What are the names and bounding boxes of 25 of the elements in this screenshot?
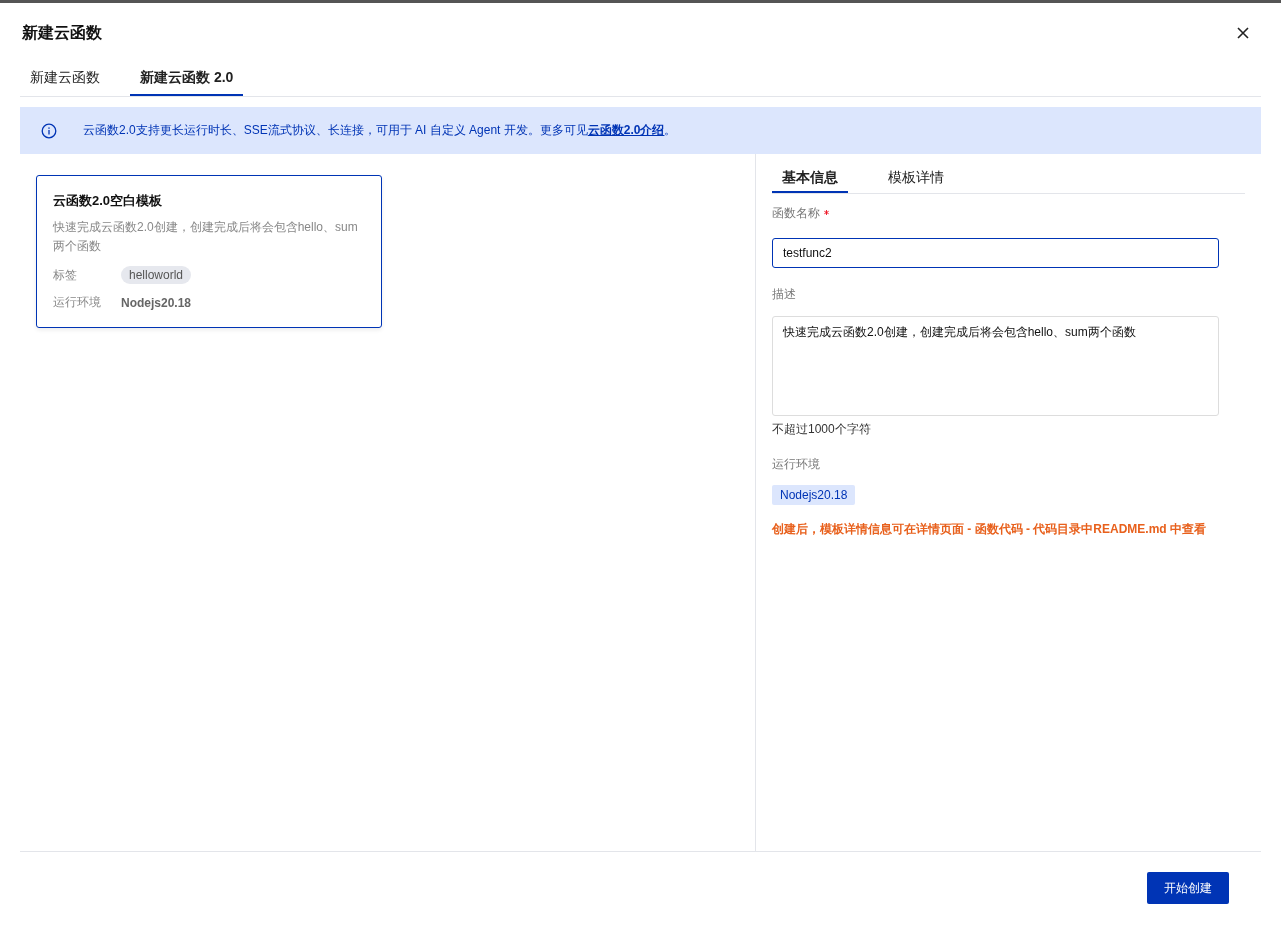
field-label: 运行环境 [772, 456, 820, 473]
create-button[interactable]: 开始创建 [1147, 872, 1229, 904]
template-title: 云函数2.0空白模板 [53, 192, 164, 210]
tab[interactable]: 新建云函数 [30, 63, 100, 96]
dialog-title: 新建云函数 [22, 22, 102, 43]
template-card[interactable]: 云函数2.0空白模板 快速完成云函数2.0创建，创建完成后将会包含hello、sum两个函数 标签 helloworld 运行环境 Nodejs20.18 [36, 175, 382, 328]
runtime-tag: Nodejs20.18 [772, 485, 856, 505]
intro-link[interactable]: 云函数2.0介绍 [587, 123, 665, 137]
info-message: 云函数2.0支持更长运行时长、SSE流式协议、长连接，可用于 AI 自定义 Agent 开发。更多可见云函数2.0介绍。 [83, 122, 677, 139]
field-hint: 不超过1000个字符 [772, 421, 872, 438]
tab[interactable]: 模板详情 [878, 166, 954, 193]
input-field[interactable]: testfunc2 [772, 238, 1219, 268]
close-icon[interactable] [1235, 25, 1251, 41]
tag: helloworld [121, 266, 192, 284]
field-label: 函数名称 [772, 205, 820, 222]
tab[interactable]: 基本信息 [772, 166, 848, 193]
field-label: 描述 [772, 286, 796, 303]
description-field[interactable]: 快速完成云函数2.0创建，创建完成后将会包含hello、sum两个函数 [772, 316, 1219, 416]
tag-label: 标签 [53, 266, 78, 284]
runtime-value: Nodejs20.18 [121, 295, 192, 310]
runtime-label: 运行环境 [53, 294, 101, 311]
template-description: 快速完成云函数2.0创建，创建完成后将会包含hello、sum两个函数 [53, 219, 359, 255]
tab[interactable]: 新建云函数 2.0 [130, 63, 244, 96]
info-icon [41, 122, 57, 139]
warning-text: 创建后，模板详情信息可在详情页面 - 函数代码 - 代码目录中README.md 中查看 [772, 521, 1207, 538]
